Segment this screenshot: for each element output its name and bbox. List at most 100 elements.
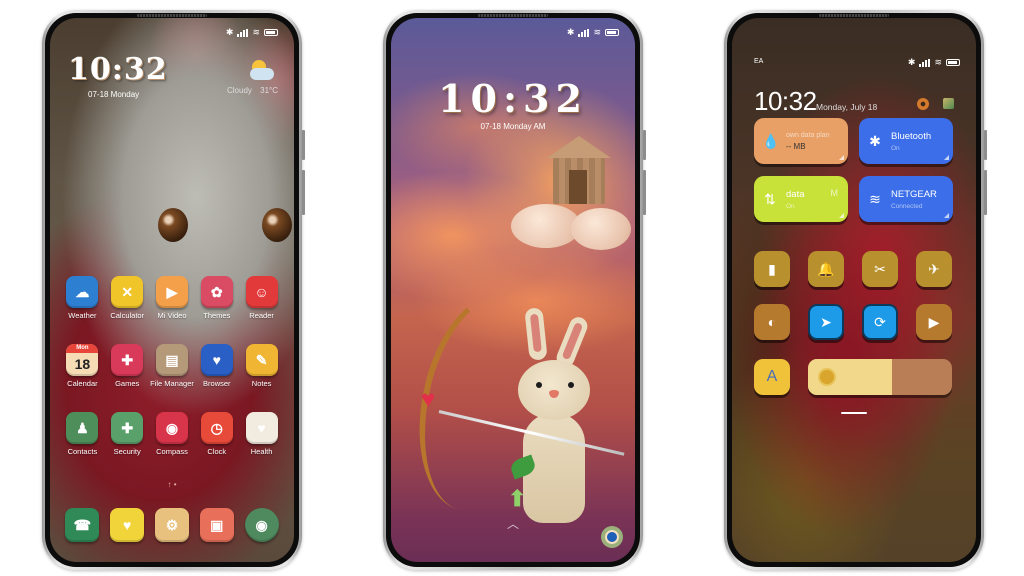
- expand-corner-icon[interactable]: [839, 155, 844, 160]
- app-compass[interactable]: ◉ Compass: [150, 412, 195, 456]
- auto-brightness-label: A: [766, 368, 778, 385]
- app-themes[interactable]: ✿ Themes: [194, 276, 239, 320]
- phone-control-center: EA ✱ ≋ 10:32 Monday, July 18 💧 own data p…: [724, 10, 987, 570]
- app-calculator[interactable]: ✕ Calculator: [105, 276, 150, 320]
- expand-corner-icon[interactable]: [944, 155, 949, 160]
- gallery-icon: ▣: [199, 508, 234, 542]
- app-browser[interactable]: ♥ Browser: [194, 344, 239, 388]
- screenshot-icon: ✂: [874, 260, 886, 277]
- phone-icon: ☎: [65, 508, 100, 542]
- home-screen: ✱ ≋ 10:32 07-18 Monday Cloudy 31°C ☁ Weat…: [50, 18, 294, 562]
- toggle-rotation-lock[interactable]: ⟳: [862, 304, 898, 340]
- battery-icon: [946, 59, 960, 66]
- signal-icon: [919, 58, 931, 67]
- wifi-icon: ≋: [869, 190, 881, 207]
- app-label: Contacts: [67, 447, 98, 456]
- toggle-screenshot[interactable]: ✂: [862, 251, 898, 287]
- toggle-flashlight[interactable]: ▮: [754, 251, 790, 287]
- tile-mobile-data[interactable]: ⇅ data On M: [754, 176, 848, 222]
- app-clock[interactable]: ◷ Clock: [194, 412, 239, 456]
- app-label: Games: [115, 379, 140, 388]
- location-icon: ➤: [820, 313, 832, 330]
- wallpaper-cloud: [571, 208, 631, 250]
- app-reader[interactable]: ☺ Reader: [239, 276, 284, 320]
- app-mi-video[interactable]: ▶ Mi Video: [150, 276, 195, 320]
- weather-condition: Cloudy: [226, 86, 252, 95]
- carrier-label: EA: [754, 58, 764, 65]
- calendar-day: 18: [74, 356, 91, 372]
- settings-icon[interactable]: [917, 98, 929, 110]
- toggle-airplane[interactable]: ✈: [916, 251, 952, 287]
- toggle-bell[interactable]: 🔔: [808, 251, 844, 287]
- tile-bluetooth[interactable]: ✱ Bluetooth On: [859, 118, 953, 164]
- close-handle[interactable]: [841, 412, 867, 414]
- dock-app[interactable]: ◉: [239, 508, 284, 542]
- app-security[interactable]: ✚ Security: [105, 412, 150, 456]
- app-label: Security: [113, 447, 141, 456]
- tile-subtitle: -- MB: [786, 141, 806, 151]
- app-calendar[interactable]: Mon 18 Calendar: [60, 344, 105, 388]
- wallpaper-bunny-head: [518, 360, 590, 420]
- camera-icon: ◉: [244, 508, 279, 542]
- expand-corner-icon[interactable]: [944, 213, 949, 218]
- app-label: Health: [250, 447, 273, 456]
- camera-icon[interactable]: [601, 526, 623, 548]
- power-button: [984, 170, 987, 215]
- toggle-location[interactable]: ➤: [808, 304, 844, 340]
- wallpaper-bunny-eye: [158, 208, 188, 242]
- signal-icon: [578, 28, 590, 37]
- data-drop-icon: 💧: [762, 132, 780, 149]
- clock-widget-time[interactable]: 10:32: [68, 52, 168, 87]
- clock-widget-date: 07-18 Monday: [88, 90, 140, 99]
- status-bar: ✱ ≋: [908, 58, 960, 67]
- edit-icon[interactable]: [943, 98, 954, 109]
- status-bar: ✱ ≋: [567, 28, 619, 37]
- app-games[interactable]: ✚ Games: [105, 344, 150, 388]
- bell-icon: 🔔: [817, 260, 835, 277]
- swipe-up-hint[interactable]: ︿: [391, 515, 635, 532]
- wallpaper-bunny-ear: [524, 307, 548, 361]
- status-bar: ✱ ≋: [226, 28, 278, 37]
- tile-title: Bluetooth: [891, 130, 932, 142]
- weather-widget[interactable]: Cloudy 31°C: [227, 60, 278, 95]
- page-indicator[interactable]: ↑ •: [50, 480, 294, 489]
- bluetooth-icon: ✱: [869, 132, 881, 149]
- clock-icon: ◷: [200, 412, 233, 444]
- up-arrow-icon: ⬆: [508, 486, 527, 511]
- auto-brightness-button[interactable]: A: [754, 359, 790, 395]
- browser-icon: ♥: [200, 344, 233, 376]
- dock-app[interactable]: ▣: [194, 508, 239, 542]
- contacts-icon: ♟: [66, 412, 99, 444]
- toggle-dark-mode[interactable]: ◐: [754, 304, 790, 340]
- tile-data-drop[interactable]: 💧 own data plan -- MB: [754, 118, 848, 164]
- cc-time: 10:32: [754, 86, 817, 116]
- tile-title: NETGEAR: [891, 188, 937, 200]
- security-icon: ✚: [111, 412, 144, 444]
- tile-title: own data plan: [786, 131, 830, 139]
- volume-button: [302, 130, 305, 160]
- dark-mode-icon: ◐: [767, 314, 777, 330]
- tile-title: data: [786, 188, 805, 200]
- tile-subtitle: On: [786, 202, 795, 210]
- tile-wifi[interactable]: ≋ NETGEAR Connected: [859, 176, 953, 222]
- reader-icon: ☺: [245, 276, 278, 308]
- settings-icon: ⚙: [154, 508, 189, 542]
- expand-corner-icon[interactable]: [839, 213, 844, 218]
- app-health[interactable]: ♥ Health: [239, 412, 284, 456]
- dock-app[interactable]: ♥: [105, 508, 150, 542]
- app-file-manager[interactable]: ▤ File Manager: [150, 344, 195, 388]
- volume-button: [984, 130, 987, 160]
- heart-arrow-tip: ♥: [421, 386, 436, 413]
- bluetooth-icon: ✱: [907, 57, 916, 67]
- tile-subtitle: Connected: [891, 202, 923, 210]
- app-contacts[interactable]: ♟ Contacts: [60, 412, 105, 456]
- dock-app[interactable]: ☎: [60, 508, 105, 542]
- app-label: File Manager: [150, 379, 194, 388]
- app-notes[interactable]: ✎ Notes: [239, 344, 284, 388]
- toggle-video-record[interactable]: ▶: [916, 304, 952, 340]
- games-icon: ✚: [111, 344, 144, 376]
- dock-app[interactable]: ⚙: [150, 508, 195, 542]
- battery-icon: [264, 29, 278, 36]
- app-weather[interactable]: ☁ Weather: [60, 276, 105, 320]
- brightness-slider[interactable]: [808, 359, 952, 395]
